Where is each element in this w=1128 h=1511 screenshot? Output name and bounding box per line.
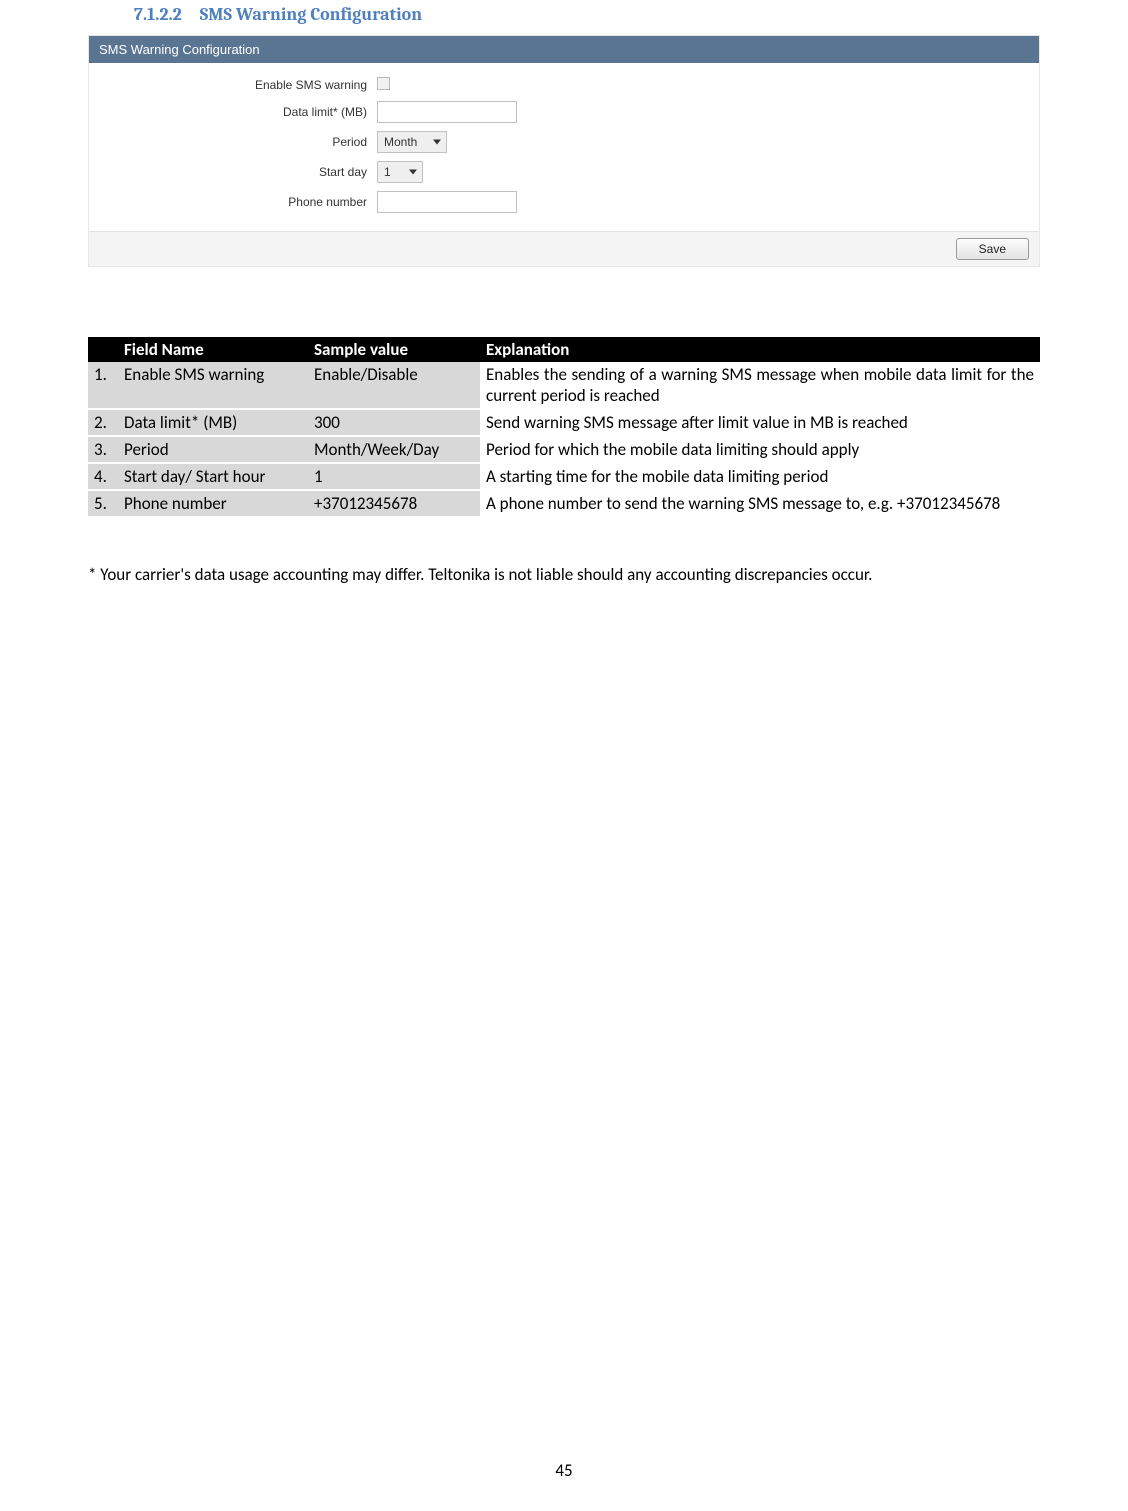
description-table: Field Name Sample value Explanation 1. E… — [88, 337, 1040, 518]
th-field-name: Field Name — [118, 337, 308, 362]
start-day-label: Start day — [99, 165, 377, 179]
cell-explanation: A phone number to send the warning SMS m… — [480, 490, 1040, 517]
cell-nr: 2. — [88, 409, 118, 436]
data-limit-input[interactable] — [377, 101, 517, 123]
phone-input[interactable] — [377, 191, 517, 213]
cell-explanation: Send warning SMS message after limit val… — [480, 409, 1040, 436]
section-number: 7.1.2.2 — [134, 4, 182, 25]
page-number: 45 — [0, 1460, 1128, 1481]
form-row-phone: Phone number — [99, 191, 1029, 213]
cell-sample: 1 — [308, 463, 480, 490]
section-heading: 7.1.2.2 SMS Warning Configuration — [134, 4, 1040, 25]
cell-explanation: Period for which the mobile data limitin… — [480, 436, 1040, 463]
cell-field: Period — [118, 436, 308, 463]
description-table-wrap: Field Name Sample value Explanation 1. E… — [88, 337, 1040, 518]
period-select-value: Month — [384, 135, 417, 149]
panel-title: SMS Warning Configuration — [89, 36, 1039, 63]
config-panel: SMS Warning Configuration Enable SMS war… — [88, 35, 1040, 267]
table-row: 2. Data limit* (MB) 300 Send warning SMS… — [88, 409, 1040, 436]
cell-nr: 5. — [88, 490, 118, 517]
section-title: SMS Warning Configuration — [200, 4, 422, 25]
period-label: Period — [99, 135, 377, 149]
th-blank — [88, 337, 118, 362]
cell-nr: 3. — [88, 436, 118, 463]
data-limit-label: Data limit* (MB) — [99, 105, 377, 119]
form-row-data-limit: Data limit* (MB) — [99, 101, 1029, 123]
cell-sample: Enable/Disable — [308, 362, 480, 409]
cell-field: Start day/ Start hour — [118, 463, 308, 490]
start-day-select[interactable]: 1 — [377, 161, 423, 183]
th-explanation: Explanation — [480, 337, 1040, 362]
chevron-down-icon — [433, 140, 441, 145]
cell-explanation: A starting time for the mobile data limi… — [480, 463, 1040, 490]
table-row: 1. Enable SMS warning Enable/Disable Ena… — [88, 362, 1040, 409]
footnote: * Your carrier's data usage accounting m… — [88, 564, 1040, 585]
form-row-start-day: Start day 1 — [99, 161, 1029, 183]
cell-field: Enable SMS warning — [118, 362, 308, 409]
cell-explanation: Enables the sending of a warning SMS mes… — [480, 362, 1040, 409]
cell-field: Data limit* (MB) — [118, 409, 308, 436]
table-row: 3. Period Month/Week/Day Period for whic… — [88, 436, 1040, 463]
form-row-enable: Enable SMS warning — [99, 77, 1029, 93]
chevron-down-icon — [409, 170, 417, 175]
period-select[interactable]: Month — [377, 131, 447, 153]
cell-nr: 4. — [88, 463, 118, 490]
cell-sample: +37012345678 — [308, 490, 480, 517]
enable-sms-label: Enable SMS warning — [99, 78, 377, 92]
panel-footer: Save — [89, 231, 1039, 266]
enable-sms-checkbox[interactable] — [377, 77, 390, 90]
phone-label: Phone number — [99, 195, 377, 209]
cell-sample: 300 — [308, 409, 480, 436]
panel-body: Enable SMS warning Data limit* (MB) Peri… — [89, 63, 1039, 231]
cell-nr: 1. — [88, 362, 118, 409]
cell-sample: Month/Week/Day — [308, 436, 480, 463]
table-row: 5. Phone number +37012345678 A phone num… — [88, 490, 1040, 517]
form-row-period: Period Month — [99, 131, 1029, 153]
table-header-row: Field Name Sample value Explanation — [88, 337, 1040, 362]
start-day-select-value: 1 — [384, 165, 391, 179]
cell-field: Phone number — [118, 490, 308, 517]
table-row: 4. Start day/ Start hour 1 A starting ti… — [88, 463, 1040, 490]
save-button[interactable]: Save — [956, 238, 1029, 260]
th-sample-value: Sample value — [308, 337, 480, 362]
